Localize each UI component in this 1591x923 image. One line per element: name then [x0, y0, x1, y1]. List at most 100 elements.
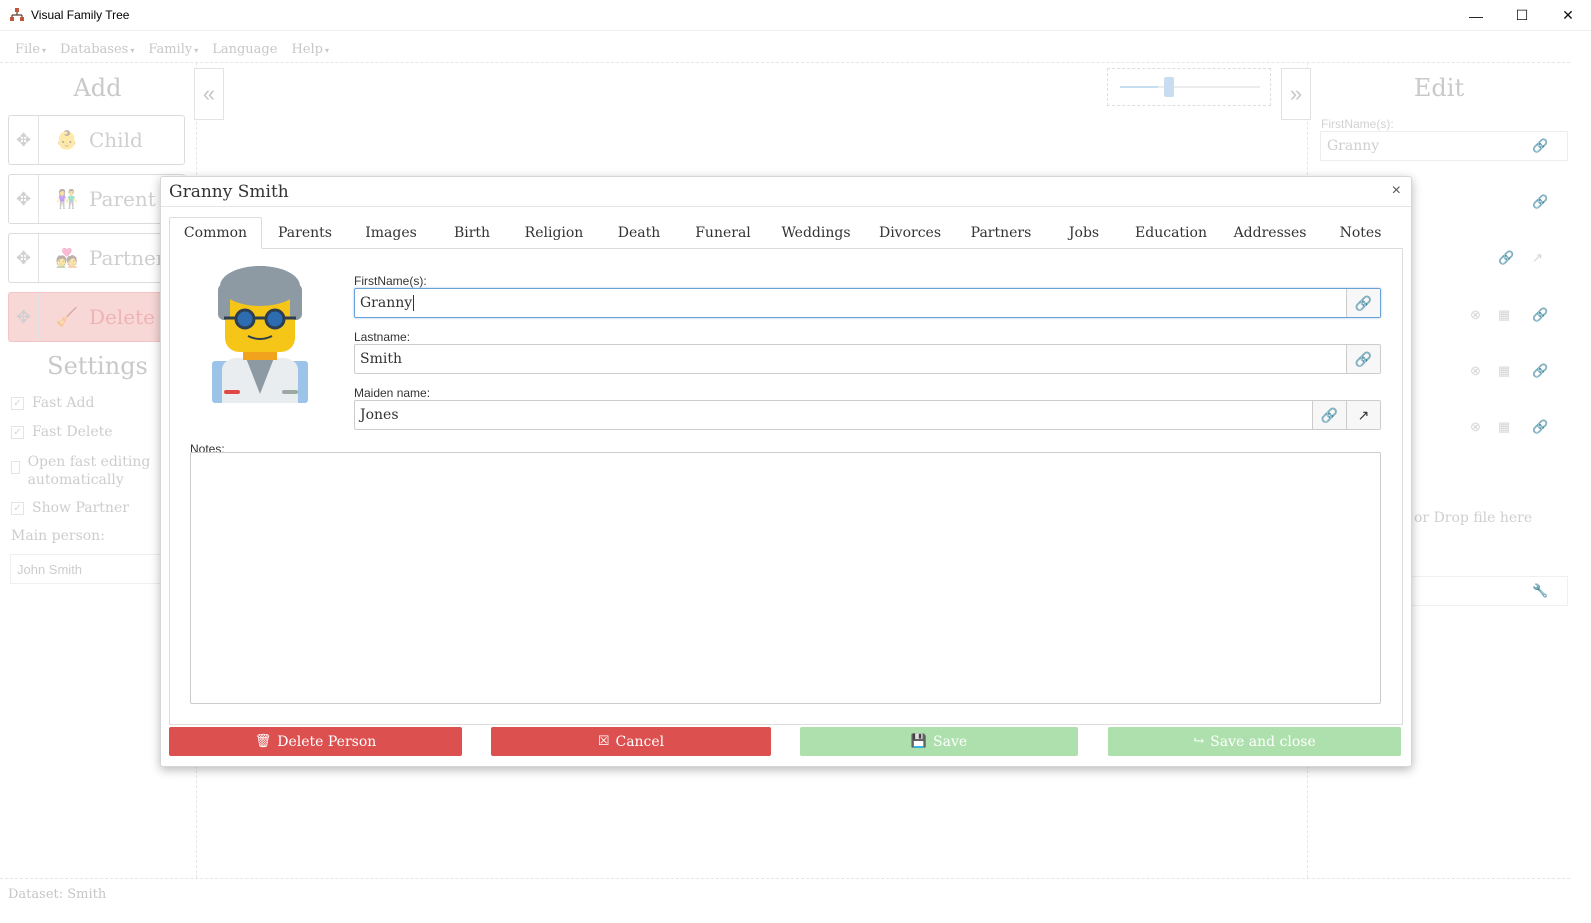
- menu-databases[interactable]: Databases ▾: [60, 42, 134, 57]
- grandmother-avatar-icon[interactable]: [210, 264, 310, 406]
- collapse-left-button[interactable]: «: [194, 68, 224, 120]
- child-icon: 👶: [55, 129, 79, 150]
- close-icon[interactable]: ×: [1392, 182, 1401, 200]
- main-person-label: Main person:: [11, 528, 105, 544]
- external-link-icon[interactable]: ↗: [1346, 401, 1380, 429]
- link-icon[interactable]: 🔗: [1532, 363, 1548, 379]
- tab-common[interactable]: Common: [169, 217, 262, 249]
- tab-parents[interactable]: Parents: [262, 217, 348, 249]
- tab-birth[interactable]: Birth: [434, 217, 510, 249]
- menu-help[interactable]: Help ▾: [291, 42, 329, 57]
- tab-images[interactable]: Images: [348, 217, 434, 249]
- tab-addresses[interactable]: Addresses: [1222, 217, 1318, 249]
- link-icon[interactable]: 🔗: [1312, 401, 1346, 429]
- share-icon: ↪: [1193, 734, 1205, 749]
- link-icon[interactable]: 🔗: [1498, 250, 1514, 266]
- family-tree-icon: [9, 7, 25, 23]
- link-icon[interactable]: 🔗: [1532, 138, 1548, 154]
- clear-icon[interactable]: ⊗: [1470, 307, 1481, 323]
- show-partner-checkbox[interactable]: ✓ Show Partner: [11, 500, 129, 516]
- drag-handle-icon[interactable]: ✥: [9, 234, 39, 282]
- tab-jobs[interactable]: Jobs: [1048, 217, 1120, 249]
- maiden-name-field: Jones 🔗 ↗: [354, 400, 1381, 430]
- maiden-name-label: Maiden name:: [354, 386, 431, 400]
- edit-heading: Edit: [1413, 74, 1465, 102]
- add-parent-button[interactable]: ✥ 👫 Parent: [8, 174, 185, 224]
- calendar-icon[interactable]: ▦: [1498, 419, 1510, 435]
- maximize-button[interactable]: ☐: [1499, 0, 1545, 31]
- fast-add-checkbox[interactable]: ✓ Fast Add: [11, 395, 94, 411]
- open-fast-editing-checkbox[interactable]: Open fast editing automatically: [11, 453, 161, 489]
- tab-funeral[interactable]: Funeral: [680, 217, 766, 249]
- clear-icon[interactable]: ⊗: [1470, 363, 1481, 379]
- common-tab-panel: FirstName(s): Granny 🔗 Lastname: Smith 🔗…: [169, 248, 1403, 725]
- zoom-slider-thumb[interactable]: [1164, 77, 1174, 97]
- trash-icon: 🗑: [254, 734, 272, 749]
- tab-weddings[interactable]: Weddings: [766, 217, 866, 249]
- menu-bar: File ▾ Databases ▾ Family ▾ Language Help ▾: [0, 36, 343, 62]
- firstname-input[interactable]: Granny: [355, 289, 1346, 317]
- dataset-label: Dataset: Smith: [8, 887, 107, 902]
- cancel-button[interactable]: ☒ Cancel: [491, 727, 771, 756]
- drop-file-text: or Drop file here: [1414, 510, 1533, 526]
- rp-firstname-label: FirstName(s):: [1321, 117, 1394, 131]
- delete-icon: 🧹: [55, 306, 79, 327]
- calendar-icon[interactable]: ▦: [1498, 363, 1510, 379]
- status-bar: Dataset: Smith: [0, 877, 1591, 923]
- notes-textarea[interactable]: [190, 452, 1381, 704]
- external-link-icon[interactable]: ↗: [1532, 250, 1543, 266]
- maiden-name-input[interactable]: Jones: [355, 401, 1312, 429]
- tab-notes[interactable]: Notes: [1318, 217, 1403, 249]
- main-person-input[interactable]: John Smith: [10, 554, 170, 584]
- title-bar: Visual Family Tree — ☐ ✕: [0, 0, 1591, 31]
- add-heading: Add: [73, 74, 122, 102]
- menu-file[interactable]: File ▾: [15, 42, 46, 57]
- rp-firstname-input[interactable]: Granny: [1320, 131, 1568, 161]
- delete-drop-button[interactable]: ✥ 🧹 Delete: [8, 292, 185, 342]
- tab-education[interactable]: Education: [1120, 217, 1222, 249]
- save-button[interactable]: 💾 Save: [800, 727, 1078, 756]
- save-and-close-button[interactable]: ↪ Save and close: [1108, 727, 1401, 756]
- parent-icon: 👫: [55, 188, 79, 209]
- dialog-tabs: Common Parents Images Birth Religion Dea…: [169, 217, 1403, 249]
- add-partner-button[interactable]: ✥ 💑 Partner: [8, 233, 185, 283]
- zoom-slider-box: [1107, 68, 1271, 106]
- tab-death[interactable]: Death: [598, 217, 680, 249]
- minimize-button[interactable]: —: [1453, 0, 1499, 31]
- edit-person-dialog: Granny Smith × Common Parents Images Bir…: [160, 176, 1412, 767]
- menu-language[interactable]: Language: [212, 42, 277, 57]
- link-icon[interactable]: 🔗: [1532, 307, 1548, 323]
- checkbox-icon[interactable]: ✓: [11, 426, 24, 439]
- clear-icon[interactable]: ⊗: [1470, 419, 1481, 435]
- tab-divorces[interactable]: Divorces: [866, 217, 954, 249]
- lastname-label: Lastname:: [354, 330, 411, 344]
- lastname-input[interactable]: Smith: [355, 345, 1346, 373]
- tab-partners[interactable]: Partners: [954, 217, 1048, 249]
- drag-handle-icon[interactable]: ✥: [9, 175, 39, 223]
- drag-handle-icon[interactable]: ✥: [9, 116, 39, 164]
- zoom-slider[interactable]: [1120, 77, 1260, 97]
- tab-religion[interactable]: Religion: [510, 217, 598, 249]
- drag-handle-icon[interactable]: ✥: [9, 293, 39, 341]
- firstname-label: FirstName(s):: [354, 274, 427, 288]
- add-child-button[interactable]: ✥ 👶 Child: [8, 115, 185, 165]
- wrench-icon[interactable]: 🔧: [1532, 583, 1548, 599]
- delete-person-button[interactable]: 🗑 Delete Person: [169, 727, 462, 756]
- link-icon[interactable]: 🔗: [1346, 289, 1380, 317]
- menu-family[interactable]: Family ▾: [148, 42, 198, 57]
- checkbox-icon[interactable]: [11, 461, 20, 474]
- fast-delete-checkbox[interactable]: ✓ Fast Delete: [11, 424, 113, 440]
- floppy-disk-icon: 💾: [910, 734, 928, 749]
- close-window-button[interactable]: ✕: [1545, 0, 1591, 31]
- calendar-icon[interactable]: ▦: [1498, 307, 1510, 323]
- expand-right-button[interactable]: »: [1281, 68, 1311, 120]
- close-square-icon: ☒: [597, 734, 610, 749]
- checkbox-icon[interactable]: ✓: [11, 502, 24, 515]
- divider: [161, 206, 1411, 207]
- link-icon[interactable]: 🔗: [1532, 194, 1548, 210]
- dialog-title: Granny Smith: [169, 182, 289, 202]
- checkbox-icon[interactable]: ✓: [11, 397, 24, 410]
- link-icon[interactable]: 🔗: [1532, 419, 1548, 435]
- link-icon[interactable]: 🔗: [1346, 345, 1380, 373]
- partner-icon: 💑: [55, 247, 79, 268]
